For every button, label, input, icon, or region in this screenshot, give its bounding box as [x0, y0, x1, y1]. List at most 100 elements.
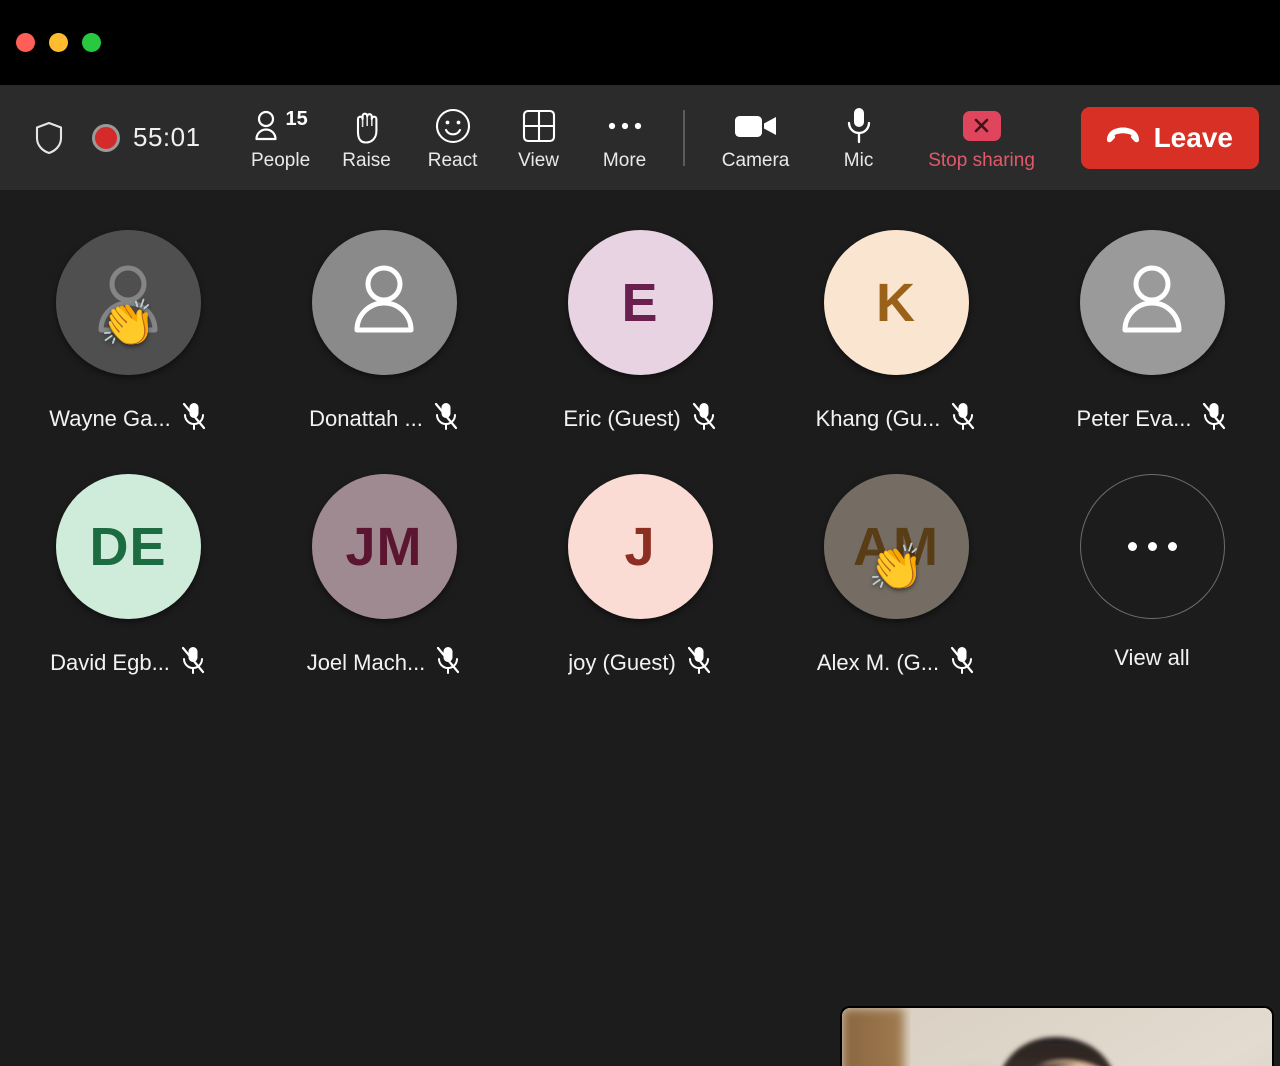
toolbar-label-camera: Camera: [721, 149, 790, 171]
maximize-window-button[interactable]: [82, 33, 101, 52]
clapping-hands-reaction-icon: 👏: [99, 297, 157, 349]
mic-muted-icon: [691, 401, 717, 436]
mic-muted-icon: [950, 401, 976, 436]
meeting-toolbar: 55:01 15 People Raise React View More Ca…: [0, 85, 1280, 190]
ellipsis-icon: [606, 104, 644, 148]
raised-hand-icon: [351, 104, 383, 148]
view-all-tile[interactable]: View all: [1024, 474, 1280, 680]
participant-name-row: Donattah ...: [309, 401, 459, 436]
participant-name: David Egb...: [50, 649, 170, 675]
participant-tile[interactable]: JM Joel Mach...: [256, 474, 512, 680]
toolbar-label-view: View: [518, 149, 559, 171]
toolbar-label-more: More: [602, 149, 647, 171]
view-all-label: View all: [1114, 645, 1190, 670]
participant-name-row: Eric (Guest): [563, 401, 716, 436]
participant-name-row: Alex M. (G...: [817, 645, 975, 680]
participant-tile[interactable]: Donattah ...: [256, 230, 512, 436]
avatar[interactable]: DE: [55, 474, 201, 619]
window-controls: [16, 33, 101, 52]
person-icon: 15: [253, 104, 308, 148]
participant-name: Wayne Ga...: [49, 405, 171, 431]
avatar[interactable]: [1079, 230, 1225, 375]
ellipsis-icon: [1127, 542, 1177, 551]
avatar-initials: J: [624, 516, 656, 577]
toolbar-button-people[interactable]: 15 People: [245, 85, 317, 190]
meeting-window: 55:01 15 People Raise React View More Ca…: [0, 0, 1280, 1066]
view-all-button[interactable]: [1079, 474, 1225, 619]
toolbar-label-raise: Raise: [342, 149, 391, 171]
close-window-button[interactable]: [16, 33, 35, 52]
toolbar-button-mic[interactable]: Mic: [811, 85, 907, 190]
toolbar-button-react[interactable]: React: [417, 85, 489, 190]
participant-name-row: Joel Mach...: [307, 645, 462, 680]
participant-name: joy (Guest): [568, 649, 676, 675]
avatar[interactable]: K: [823, 230, 969, 375]
mic-muted-icon: [181, 401, 207, 436]
avatar[interactable]: E: [567, 230, 713, 375]
participant-name-row: Wayne Ga...: [49, 401, 206, 436]
avatar[interactable]: J: [567, 474, 713, 619]
participant-tile[interactable]: DE David Egb...: [0, 474, 256, 680]
person-silhouette-icon: [1113, 260, 1191, 345]
recording-indicator-icon: [92, 123, 120, 152]
participant-tile[interactable]: E Eric (Guest): [512, 230, 768, 436]
avatar[interactable]: [311, 230, 457, 375]
self-view-video[interactable]: [842, 1008, 1272, 1066]
toolbar-button-stop-sharing[interactable]: Stop sharing: [907, 85, 1057, 190]
video-camera-icon: [733, 104, 779, 148]
mic-muted-icon: [180, 645, 206, 680]
minimize-window-button[interactable]: [49, 33, 68, 52]
smiley-face-icon: [434, 104, 472, 148]
leave-meeting-button[interactable]: Leave: [1080, 106, 1259, 169]
participant-tile[interactable]: Jjoy (Guest): [512, 474, 768, 680]
toolbar-media-group: Camera Mic Stop sharing Leave: [701, 85, 1259, 190]
toolbar-button-view[interactable]: View: [503, 85, 575, 190]
avatar-initials: K: [876, 272, 916, 333]
participant-stage: 👏 Wayne Ga... Donattah ... E Eric (Guest) …: [0, 190, 1280, 1066]
phone-hangup-icon: [1105, 126, 1141, 149]
avatar-initials: JM: [345, 516, 423, 577]
meeting-timer: 55:01: [133, 122, 201, 152]
participant-name: Joel Mach...: [306, 649, 426, 675]
mic-muted-icon: [686, 645, 712, 680]
participant-tile[interactable]: 👏 Wayne Ga...: [0, 230, 256, 436]
toolbar-divider: [682, 109, 685, 166]
participant-name-row: joy (Guest): [568, 645, 712, 680]
participant-name: Khang (Gu...: [815, 405, 941, 431]
avatar-initials: DE: [89, 516, 167, 577]
avatar[interactable]: AM 👏: [823, 474, 969, 619]
toolbar-label-stop-sharing: Stop sharing: [928, 149, 1035, 171]
participant-tile[interactable]: AM 👏 Alex M. (G...: [768, 474, 1024, 680]
toolbar-button-more[interactable]: More: [589, 85, 661, 190]
toolbar-status-group: 55:01: [0, 85, 201, 190]
mic-muted-icon: [433, 401, 459, 436]
clapping-hands-reaction-icon: 👏: [867, 541, 925, 593]
participant-name: Donattah ...: [309, 405, 423, 431]
participant-tile[interactable]: K Khang (Gu...: [768, 230, 1024, 436]
people-count-badge: 15: [285, 107, 308, 130]
participant-name-row: Khang (Gu...: [816, 401, 977, 436]
mic-muted-icon: [1201, 401, 1227, 436]
mic-muted-icon: [949, 645, 975, 680]
x-close-icon: [962, 104, 1001, 148]
shield-icon: [34, 121, 64, 155]
toolbar-label-mic: Mic: [843, 149, 874, 171]
participant-name: Eric (Guest): [563, 405, 681, 431]
participant-name-row: Peter Eva...: [1077, 401, 1228, 436]
leave-label: Leave: [1153, 121, 1233, 153]
title-bar: [0, 0, 1280, 85]
avatar[interactable]: JM: [311, 474, 457, 619]
participant-name: Alex M. (G...: [816, 649, 940, 675]
participant-name-row: David Egb...: [50, 645, 206, 680]
toolbar-button-raise[interactable]: Raise: [331, 85, 403, 190]
avatar-initials: E: [621, 272, 659, 333]
avatar[interactable]: 👏: [55, 230, 201, 375]
toolbar-label-people: People: [250, 149, 311, 171]
grid-layout-icon: [521, 104, 557, 148]
participant-name: Peter Eva...: [1076, 405, 1192, 431]
toolbar-label-react: React: [427, 149, 478, 171]
microphone-icon: [845, 104, 873, 148]
toolbar-button-camera[interactable]: Camera: [701, 85, 811, 190]
view-all-label-row: View all: [1114, 645, 1189, 671]
participant-tile[interactable]: Peter Eva...: [1024, 230, 1280, 436]
